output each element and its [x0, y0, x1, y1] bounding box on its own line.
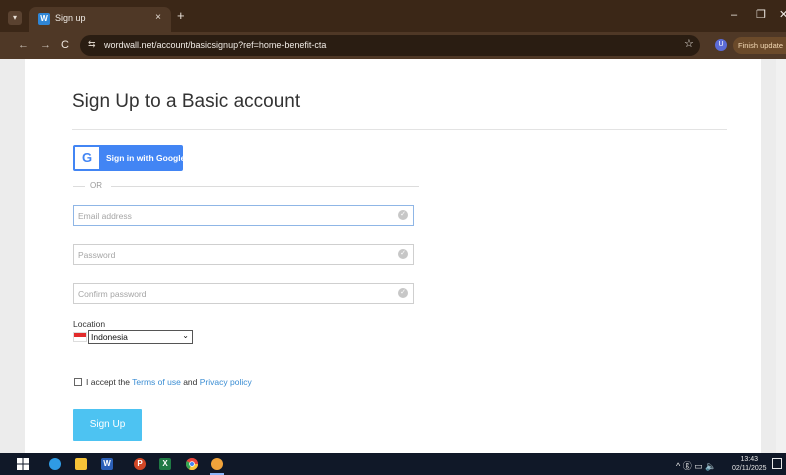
powerpoint-icon[interactable]: P [134, 458, 146, 470]
email-input[interactable] [74, 206, 374, 225]
url-text[interactable]: wordwall.net/account/basicsignup?ref=hom… [104, 40, 326, 50]
terms-prefix: I accept the [86, 377, 130, 387]
signup-card: Sign Up to a Basic account G Sign in wit… [25, 59, 761, 453]
site-info-icon[interactable]: ⇆ [88, 39, 96, 50]
sign-up-button[interactable]: Sign Up [73, 409, 142, 441]
confirm-password-input[interactable] [74, 284, 374, 303]
system-tray[interactable]: ^ ⓖ ▭ 🔈 [676, 459, 716, 472]
windows-icon[interactable] [17, 458, 29, 470]
tab-strip: ▾ W Sign up × + – ❐ ✕ [0, 0, 786, 32]
chrome-canary-icon[interactable] [211, 458, 223, 470]
page-title: Sign Up to a Basic account [72, 91, 301, 112]
minimize-icon[interactable]: – [731, 8, 737, 22]
new-tab-button[interactable]: + [177, 9, 185, 22]
title-divider [72, 129, 727, 130]
terms-and: and [183, 377, 198, 387]
wordwall-favicon-icon: W [38, 13, 50, 25]
back-icon[interactable]: ← [18, 38, 29, 52]
email-check-icon: ✓ [398, 210, 408, 220]
terms-of-use-link[interactable]: Terms of use [132, 377, 181, 387]
google-logo-box: G [75, 147, 99, 169]
accept-terms-label: I accept the Terms of use and Privacy po… [86, 377, 252, 387]
close-window-icon[interactable]: ✕ [779, 8, 786, 22]
tab-sign-up[interactable]: W Sign up × [29, 7, 171, 32]
google-logo-icon: G [82, 150, 93, 165]
bookmark-star-icon[interactable]: ☆ [684, 37, 694, 50]
password-input[interactable] [74, 245, 374, 264]
browser-toolbar: ← → C ⇆ wordwall.net/account/basicsignup… [0, 32, 786, 59]
notification-icon[interactable] [772, 458, 782, 469]
chevron-down-icon: ⌄ [182, 331, 189, 340]
finish-update-button[interactable]: Finish update [733, 37, 786, 54]
location-select[interactable]: Indonesia ⌄ [88, 330, 193, 344]
tab-close-icon[interactable]: × [155, 12, 161, 23]
google-sign-in-label: Sign in with Google [106, 153, 186, 163]
privacy-policy-link[interactable]: Privacy policy [200, 377, 252, 387]
page-viewport: Sign Up to a Basic account G Sign in wit… [0, 59, 786, 453]
address-bar[interactable]: ⇆ wordwall.net/account/basicsignup?ref=h… [80, 35, 700, 56]
or-separator-text: OR [90, 181, 102, 190]
cortana-icon[interactable] [49, 458, 61, 470]
indonesia-flag-icon [73, 332, 87, 342]
profile-avatar[interactable]: U [715, 39, 727, 51]
clock[interactable]: 13:43 02/11/2025 [732, 455, 767, 473]
accept-terms-checkbox[interactable] [74, 378, 82, 386]
location-selected-value: Indonesia [91, 332, 128, 342]
chrome-icon[interactable] [185, 458, 198, 471]
location-label: Location [73, 319, 106, 329]
google-sign-in-button[interactable]: G Sign in with Google [73, 145, 186, 171]
file-explorer-icon[interactable] [75, 458, 87, 470]
page-scrollbar[interactable] [776, 59, 786, 453]
reload-icon[interactable]: C [61, 38, 69, 52]
clock-time: 13:43 [740, 456, 759, 463]
confirm-password-check-icon: ✓ [398, 288, 408, 298]
tab-title: Sign up [55, 13, 86, 23]
password-field[interactable]: ✓ [73, 244, 414, 265]
email-field[interactable]: ✓ [73, 205, 414, 226]
clock-date: 02/11/2025 [732, 465, 767, 472]
password-check-icon: ✓ [398, 249, 408, 259]
windows-taskbar: W P X ^ ⓖ ▭ 🔈 13:43 02/11/2025 [0, 453, 786, 475]
or-divider-left [73, 186, 85, 187]
tab-search-icon[interactable]: ▾ [8, 11, 22, 25]
excel-icon[interactable]: X [159, 458, 171, 470]
restore-icon[interactable]: ❐ [756, 8, 766, 22]
or-divider-right [111, 186, 419, 187]
word-icon[interactable]: W [101, 458, 113, 470]
forward-icon[interactable]: → [40, 38, 51, 52]
confirm-password-field[interactable]: ✓ [73, 283, 414, 304]
